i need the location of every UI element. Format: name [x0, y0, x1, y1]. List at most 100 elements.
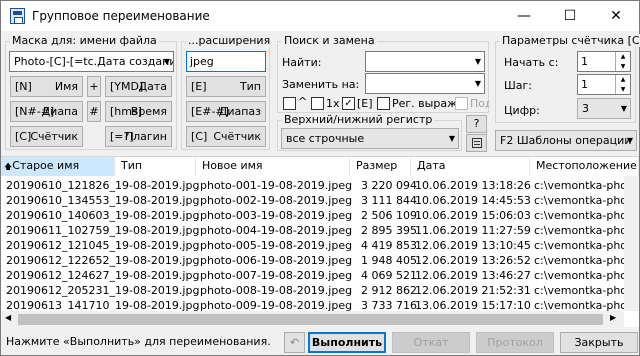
ext-key-label: Тип	[239, 80, 261, 93]
table-row[interactable]: 20190612_205231_19-08-2019.jpg photo-008-…	[1, 283, 639, 298]
chevron-down-icon: ▼	[448, 134, 455, 143]
ext-key-label: Диапаз	[218, 105, 261, 118]
table-row[interactable]: 20190610_134553_19-08-2019.jpg photo-002-…	[1, 193, 639, 208]
ext-only-label: [E]	[357, 97, 373, 110]
vertical-scrollbar[interactable]	[624, 176, 639, 311]
spin-arrows-icon[interactable]: ▲ ▼	[615, 75, 630, 94]
ext-key: [E]	[191, 80, 207, 93]
file-list: 🡅Старое имя Тип Новое имя Размер Дата Ме…	[1, 156, 639, 328]
cell-new: photo-005-19-08-2019.jpeg	[200, 239, 353, 252]
table-row[interactable]: 20190611_102759_19-08-2019.jpg photo-004-…	[1, 223, 639, 238]
close-window-button[interactable]: ✕	[593, 1, 639, 31]
cell-size: 1 948 405	[361, 254, 417, 267]
mask-date-button[interactable]: [YMD] Дата	[105, 76, 172, 97]
mask-key-label: Дата	[138, 80, 167, 93]
column-header-location[interactable]: Местоположение	[530, 157, 639, 176]
chevron-down-icon: ▼	[474, 79, 481, 88]
case-sensitive-label: ^	[298, 95, 308, 108]
ext-range-button[interactable]: [E#-#] Диапаз	[186, 101, 266, 122]
table-row[interactable]: 20190610_140603_19-08-2019.jpg photo-003-…	[1, 208, 639, 223]
scroll-right-arrow-icon[interactable]: ▶	[610, 313, 616, 322]
counter-step-input[interactable]: 1 ▲ ▼	[577, 74, 631, 95]
cell-loc: c:\vemontka-photos\	[534, 194, 624, 207]
table-row[interactable]: 20190610_121826_19-08-2019.jpg photo-001-…	[1, 178, 639, 193]
case-value: все строчные	[286, 132, 365, 145]
cell-old: 20190610_121826_19-08-2019.jpg	[6, 179, 200, 192]
cell-size: 3 111 844	[361, 194, 417, 207]
column-header-date[interactable]: Дата	[411, 157, 530, 176]
log-button[interactable]: Протокол	[476, 332, 554, 353]
cell-size: 2 912 862	[361, 284, 417, 297]
ext-type-button[interactable]: [E] Тип	[186, 76, 266, 97]
column-header-new-name[interactable]: Новое имя	[196, 157, 350, 176]
ext-only-checkbox[interactable]: ✓	[342, 97, 355, 110]
templates-combobox[interactable]: F2 Шаблоны операции ▼	[495, 130, 637, 151]
cell-date: 12.06.2019 13:46:27	[415, 269, 531, 282]
mask-group-label: Маска для: имени файла	[10, 34, 159, 47]
find-label: Найти:	[282, 56, 322, 69]
ext-key-label: Счётчик	[213, 130, 261, 143]
status-text: Нажмите «Выполнить» для переименования.	[6, 335, 271, 348]
ext-key: [C]	[191, 130, 208, 143]
mask-key-label: Плагин	[124, 130, 167, 143]
help-button[interactable]: ?	[466, 115, 487, 133]
edit-list-button[interactable]	[466, 134, 487, 152]
case-combobox[interactable]: все строчные ▼	[281, 128, 459, 149]
hash-button[interactable]: #	[87, 101, 101, 122]
mask-key: [C]	[15, 130, 32, 143]
chevron-down-icon: ▼	[626, 136, 633, 145]
templates-label: F2 Шаблоны операции	[500, 134, 632, 147]
rename-window: Групповое переименование — ☐ ✕ Маска для…	[0, 0, 640, 356]
cell-size: 2 506 109	[361, 209, 417, 222]
plus-button[interactable]: +	[87, 76, 101, 97]
mask-name-combobox[interactable]: Photo-[C]-[=tc.Дата создани ▼	[9, 51, 174, 72]
replace-combobox[interactable]: ▼	[365, 73, 485, 94]
case-sensitive-checkbox[interactable]	[283, 97, 296, 110]
column-header-old-name[interactable]: 🡅Старое имя	[1, 157, 115, 176]
cell-old: 20190611_102759_19-08-2019.jpg	[6, 224, 200, 237]
subst-checkbox[interactable]	[455, 97, 468, 110]
cell-date: 10.06.2019 14:45:53	[415, 194, 531, 207]
mask-name-button[interactable]: [N] Имя	[10, 76, 83, 97]
cell-size: 4 069 521	[361, 269, 417, 282]
cell-new: photo-004-19-08-2019.jpeg	[200, 224, 353, 237]
spin-arrows-icon[interactable]: ▲ ▼	[615, 52, 630, 71]
cell-new: photo-008-19-08-2019.jpeg	[200, 284, 353, 297]
table-row[interactable]: 20190612_121045_19-08-2019.jpg photo-005-…	[1, 238, 639, 253]
cell-old: 20190612_124627_19-08-2019.jpg	[6, 269, 200, 282]
cell-loc: c:\vemontka-photos\	[534, 284, 624, 297]
regex-checkbox[interactable]	[377, 97, 390, 110]
mask-time-button[interactable]: [hms] Время	[105, 101, 172, 122]
undo-button[interactable]: Откат	[392, 332, 470, 353]
chevron-down-icon: ▼	[163, 57, 170, 66]
undo-arrow-icon: ↶	[289, 336, 300, 349]
cell-size: 2 895 395	[361, 224, 417, 237]
minimize-button[interactable]: —	[501, 1, 547, 31]
column-header-size[interactable]: Размер	[350, 157, 411, 176]
subst-label: Под	[470, 97, 489, 110]
ext-counter-button[interactable]: [C] Счётчик	[186, 126, 266, 147]
cell-date: 10.06.2019 15:06:03	[415, 209, 531, 222]
once-checkbox[interactable]	[311, 97, 324, 110]
table-row[interactable]: 20190612_124627_19-08-2019.jpg photo-007-…	[1, 268, 639, 283]
run-button[interactable]: Выполнить	[308, 332, 386, 353]
close-button[interactable]: Закрыть	[560, 332, 638, 353]
mask-range-button[interactable]: [N#-#] Диапа	[10, 101, 83, 122]
once-label: 1x	[326, 97, 340, 110]
counter-digits-combobox[interactable]: 3 ▼	[577, 98, 631, 119]
mask-counter-button[interactable]: [C] Счётчик	[10, 126, 83, 147]
extension-input[interactable]: jpeg	[186, 51, 266, 72]
cell-size: 3 220 094	[361, 179, 417, 192]
cell-loc: c:\vemontka-photos\	[534, 269, 624, 282]
counter-start-input[interactable]: 1 ▲ ▼	[577, 51, 631, 72]
column-header-type[interactable]: Тип	[115, 157, 196, 176]
maximize-button[interactable]: ☐	[547, 1, 593, 31]
find-combobox[interactable]: ▼	[365, 51, 485, 72]
table-row[interactable]: 20190612_122652_19-08-2019.jpg photo-006-…	[1, 253, 639, 268]
horizontal-scrollbar[interactable]: ◀ ▶	[1, 311, 624, 328]
horizontal-scroll-thumb[interactable]	[18, 314, 603, 325]
mask-plugin-button[interactable]: [=?] Плагин	[105, 126, 172, 147]
scroll-left-arrow-icon[interactable]: ◀	[5, 313, 11, 322]
undo-icon-button[interactable]: ↶	[284, 332, 305, 353]
cell-old: 20190610_134553_19-08-2019.jpg	[6, 194, 200, 207]
